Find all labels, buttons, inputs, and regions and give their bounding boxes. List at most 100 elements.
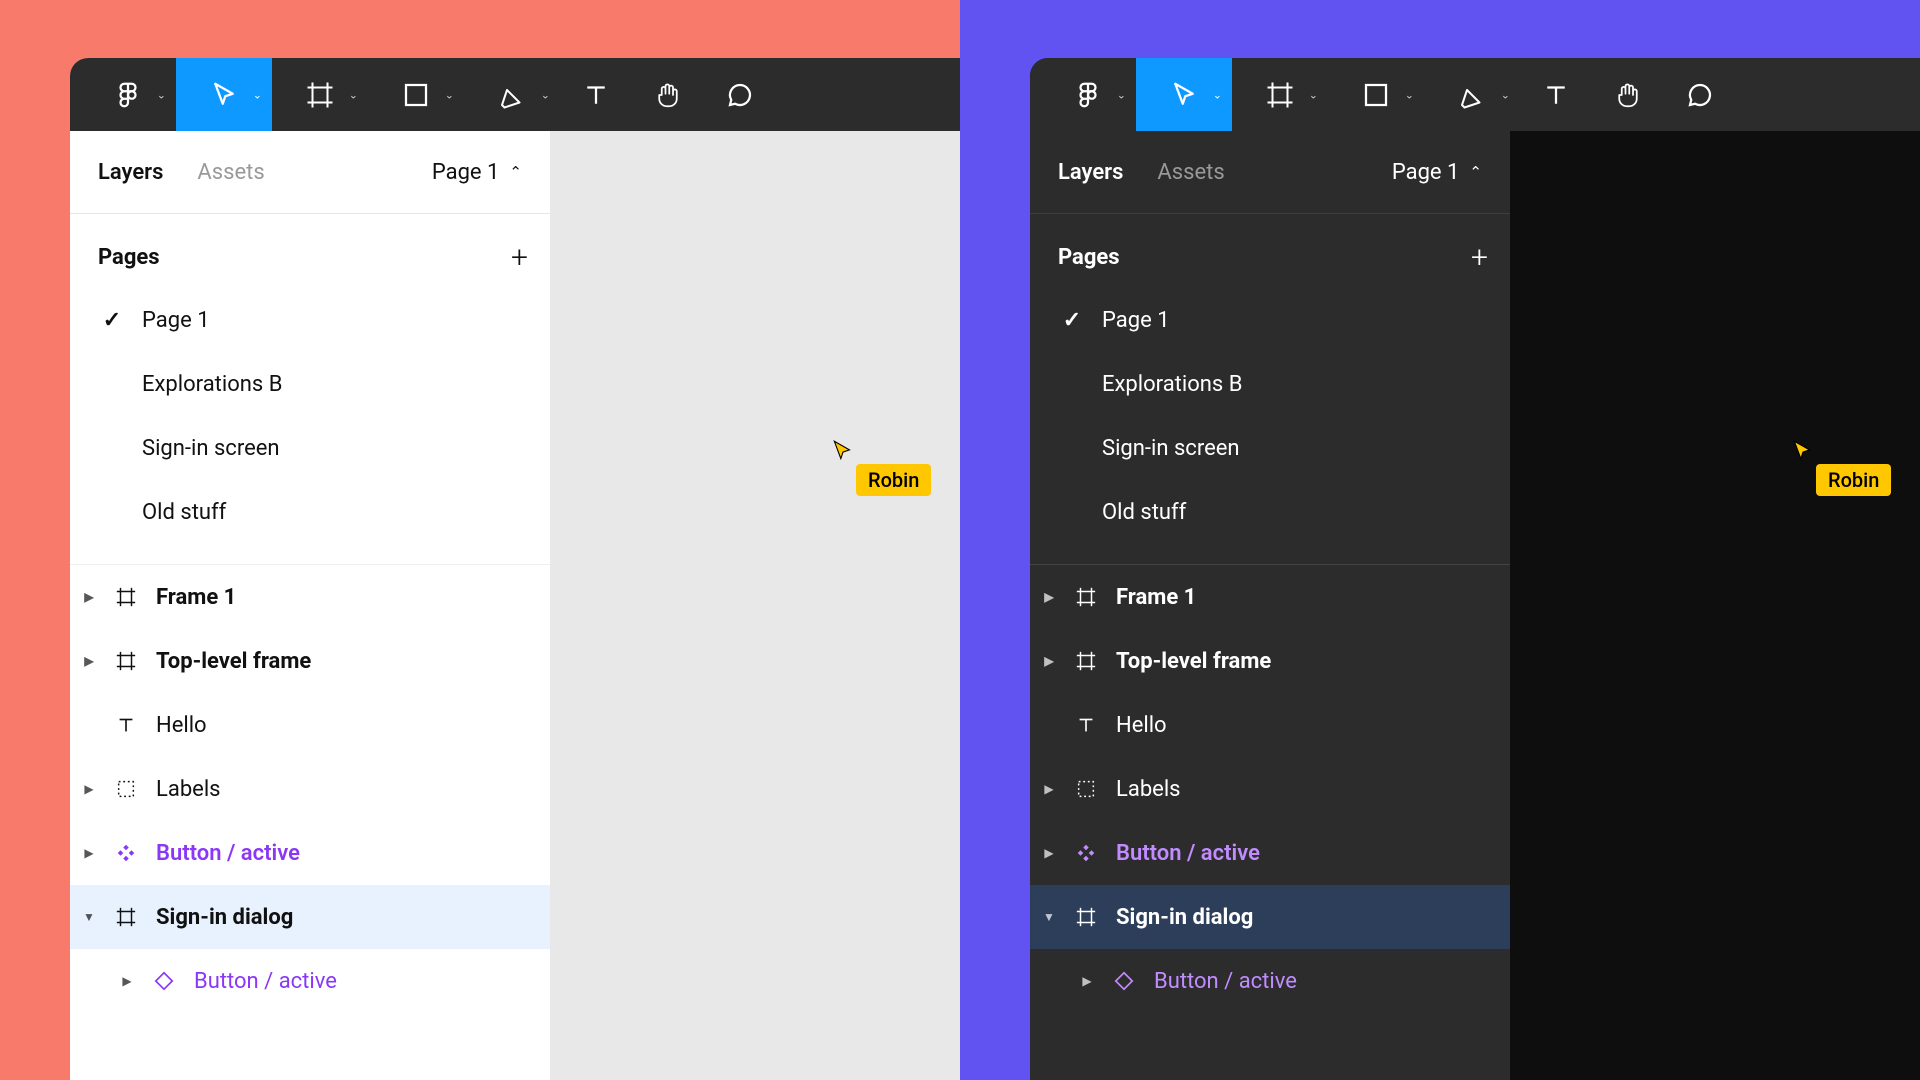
move-tool[interactable]: ⌄ [1136, 58, 1232, 131]
add-page-button[interactable]: + [511, 240, 528, 275]
expand-icon[interactable]: ▶ [82, 782, 96, 796]
cursor-icon [830, 449, 856, 468]
instance-icon [1110, 967, 1138, 995]
layer-item-group[interactable]: ▶ Labels [1030, 757, 1510, 821]
layer-label: Labels [1116, 777, 1181, 802]
tab-assets[interactable]: Assets [1157, 160, 1224, 185]
cursor-icon [209, 80, 239, 110]
panel-tabs: Layers Assets Page 1 ⌃ [1030, 131, 1510, 214]
logo-tool[interactable]: ⌄ [80, 58, 176, 131]
expand-icon[interactable]: ▶ [82, 846, 96, 860]
layer-label: Button / active [156, 841, 300, 866]
text-tool[interactable] [560, 58, 632, 131]
layer-label: Sign-in dialog [156, 905, 293, 930]
expand-icon[interactable]: ▶ [1042, 654, 1056, 668]
layer-item-frame-selected[interactable]: ▼ Sign-in dialog [70, 885, 550, 949]
layer-item-component[interactable]: ▶ Button / active [1030, 821, 1510, 885]
toolbar: ⌄ ⌄ ⌄ ⌄ ⌄ [70, 58, 960, 131]
layer-item-group[interactable]: ▶ Labels [70, 757, 550, 821]
layer-item-frame[interactable]: ▶ Frame 1 [70, 565, 550, 629]
frame-icon [112, 903, 140, 931]
collapse-icon[interactable]: ▼ [82, 910, 96, 924]
layer-item-frame-selected[interactable]: ▼ Sign-in dialog [1030, 885, 1510, 949]
page-selector[interactable]: Page 1 ⌃ [1392, 160, 1482, 185]
page-item[interactable]: ✓Page 1 [70, 288, 550, 352]
pen-tool[interactable]: ⌄ [1424, 58, 1520, 131]
tab-layers[interactable]: Layers [1058, 160, 1123, 185]
chevron-down-icon: ⌄ [349, 88, 358, 101]
comment-icon [725, 80, 755, 110]
page-item[interactable]: ✓Page 1 [1030, 288, 1510, 352]
text-icon [581, 80, 611, 110]
light-theme-panel: ⌄ ⌄ ⌄ ⌄ ⌄ [0, 0, 960, 1080]
figma-logo-icon [1073, 80, 1103, 110]
hand-tool[interactable] [632, 58, 704, 131]
check-icon: ✓ [1062, 308, 1082, 333]
figma-logo-icon [113, 80, 143, 110]
expand-icon[interactable]: ▶ [1042, 590, 1056, 604]
layer-item-instance[interactable]: ▶ Button / active [1030, 949, 1510, 1013]
chevron-down-icon: ⌄ [1309, 88, 1318, 101]
tab-layers[interactable]: Layers [98, 160, 163, 185]
add-page-button[interactable]: + [1471, 240, 1488, 275]
pages-header: Pages + [70, 226, 550, 288]
layers-list: ▶ Frame 1 ▶ Top-level frame Hello ▶ [70, 565, 550, 1013]
text-icon [112, 711, 140, 739]
instance-icon [150, 967, 178, 995]
collapse-icon[interactable]: ▼ [1042, 910, 1056, 924]
move-tool[interactable]: ⌄ [176, 58, 272, 131]
page-item[interactable]: Explorations B [1030, 352, 1510, 416]
chevron-down-icon: ⌄ [541, 88, 550, 101]
collaborator-name: Robin [856, 464, 931, 496]
rectangle-icon [1361, 80, 1391, 110]
hand-icon [1613, 80, 1643, 110]
frame-tool[interactable]: ⌄ [272, 58, 368, 131]
shape-tool[interactable]: ⌄ [1328, 58, 1424, 131]
expand-icon[interactable]: ▶ [82, 590, 96, 604]
frame-tool[interactable]: ⌄ [1232, 58, 1328, 131]
layer-item-text[interactable]: Hello [1030, 693, 1510, 757]
page-item[interactable]: Old stuff [1030, 480, 1510, 544]
tab-assets[interactable]: Assets [197, 160, 264, 185]
pages-list: ✓Page 1 Explorations B Sign-in screen Ol… [70, 288, 550, 564]
page-item[interactable]: Explorations B [70, 352, 550, 416]
collaborator-name: Robin [1816, 464, 1891, 496]
expand-icon[interactable]: ▶ [120, 974, 134, 988]
layer-item-instance[interactable]: ▶ Button / active [70, 949, 550, 1013]
expand-icon[interactable]: ▶ [1080, 974, 1094, 988]
comment-tool[interactable] [1664, 58, 1736, 131]
page-selector[interactable]: Page 1 ⌃ [432, 160, 522, 185]
layer-label: Button / active [1116, 841, 1260, 866]
text-tool[interactable] [1520, 58, 1592, 131]
layer-label: Labels [156, 777, 221, 802]
left-panel: Layers Assets Page 1 ⌃ Pages + ✓Page 1 E… [70, 131, 550, 1080]
logo-tool[interactable]: ⌄ [1040, 58, 1136, 131]
frame-icon [112, 647, 140, 675]
layer-label: Frame 1 [156, 585, 236, 610]
layer-item-text[interactable]: Hello [70, 693, 550, 757]
page-item[interactable]: Old stuff [70, 480, 550, 544]
layer-item-component[interactable]: ▶ Button / active [70, 821, 550, 885]
app-window-light: ⌄ ⌄ ⌄ ⌄ ⌄ [70, 58, 960, 1080]
expand-icon[interactable]: ▶ [1042, 846, 1056, 860]
pen-tool[interactable]: ⌄ [464, 58, 560, 131]
frame-icon [112, 583, 140, 611]
shape-tool[interactable]: ⌄ [368, 58, 464, 131]
layer-item-frame[interactable]: ▶ Top-level frame [1030, 629, 1510, 693]
chevron-down-icon: ⌄ [445, 88, 454, 101]
expand-icon[interactable]: ▶ [1042, 782, 1056, 796]
comment-tool[interactable] [704, 58, 776, 131]
layer-item-frame[interactable]: ▶ Frame 1 [1030, 565, 1510, 629]
text-icon [1541, 80, 1571, 110]
page-label: Sign-in screen [142, 436, 280, 461]
layers-list: ▶ Frame 1 ▶ Top-level frame Hello ▶ [1030, 565, 1510, 1013]
expand-icon[interactable]: ▶ [82, 654, 96, 668]
layer-item-frame[interactable]: ▶ Top-level frame [70, 629, 550, 693]
page-label: Explorations B [142, 372, 282, 397]
frame-icon [1072, 903, 1100, 931]
page-item[interactable]: Sign-in screen [1030, 416, 1510, 480]
panel-tabs: Layers Assets Page 1 ⌃ [70, 131, 550, 214]
page-item[interactable]: Sign-in screen [70, 416, 550, 480]
hand-tool[interactable] [1592, 58, 1664, 131]
layer-label: Top-level frame [1116, 649, 1271, 674]
